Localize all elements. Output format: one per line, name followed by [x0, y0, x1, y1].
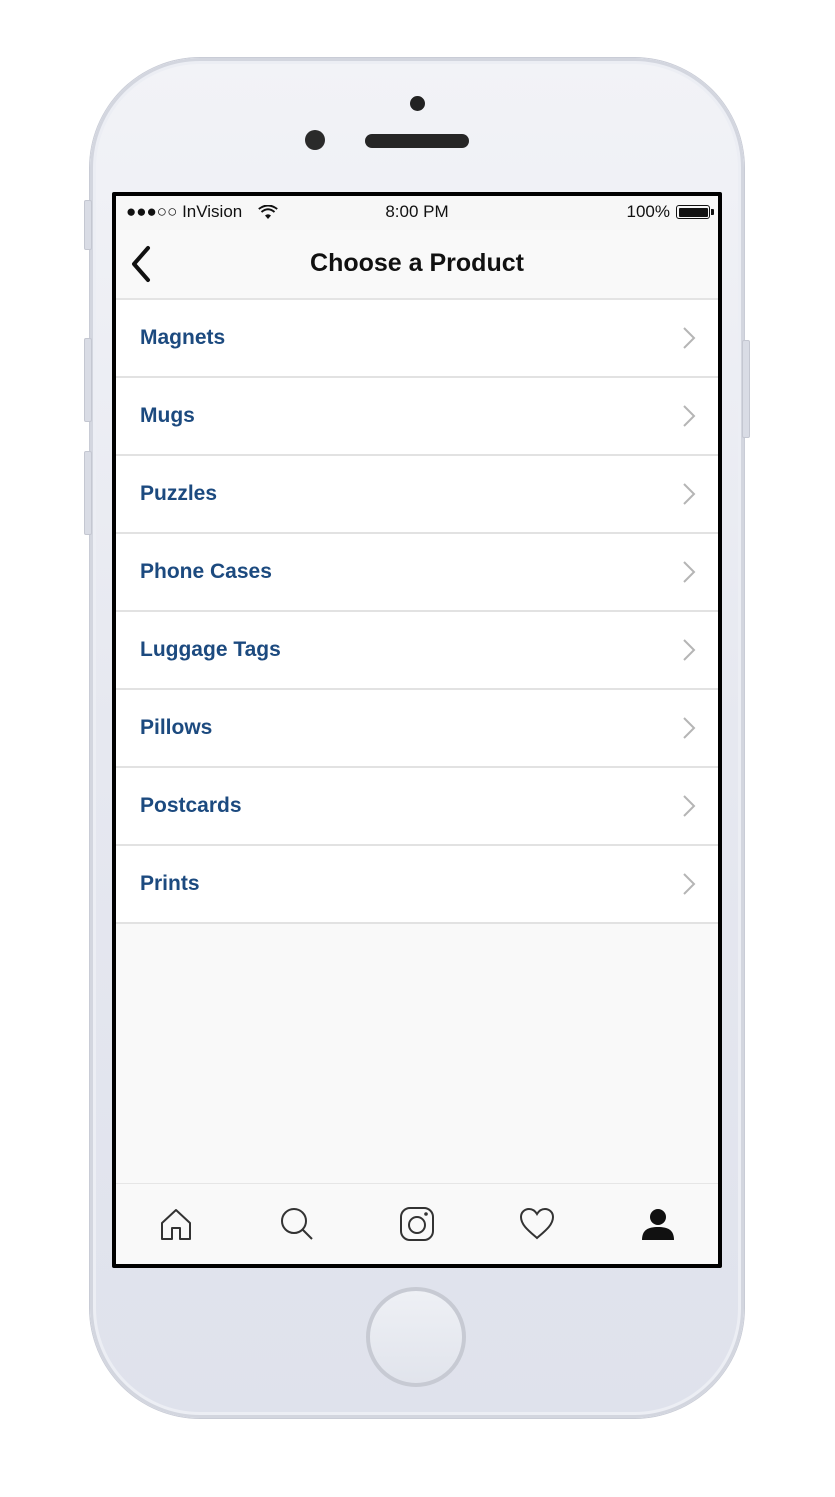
list-item[interactable]: Puzzles: [116, 456, 718, 534]
list-item-label: Magnets: [140, 326, 226, 349]
chevron-right-icon: [683, 873, 696, 895]
chevron-right-icon: [683, 561, 696, 583]
tab-search[interactable]: [267, 1194, 327, 1254]
search-icon: [280, 1208, 313, 1240]
list-item[interactable]: Mugs: [116, 378, 718, 456]
battery-status: 100%: [626, 202, 714, 222]
home-button[interactable]: [366, 1287, 466, 1387]
chevron-right-icon: [683, 795, 696, 817]
tab-profile[interactable]: [628, 1194, 688, 1254]
list-item-label: Puzzles: [140, 482, 218, 505]
profile-icon: [641, 1209, 674, 1240]
list-item-label: Luggage Tags: [140, 638, 281, 661]
list-item[interactable]: Magnets: [116, 300, 718, 378]
battery-percent: 100%: [626, 202, 670, 221]
list-item-label: Mugs: [140, 404, 195, 427]
battery-icon: [676, 205, 714, 219]
screen: ●●●○○ InVision 8:00 PM 100% Choose a Pro…: [112, 192, 722, 1268]
navigation-bar: Choose a Product: [116, 230, 718, 300]
page-title: Choose a Product: [310, 249, 524, 277]
tab-home[interactable]: [146, 1194, 206, 1254]
list-item-label: Prints: [140, 872, 200, 895]
list-item-label: Pillows: [140, 716, 213, 739]
list-item[interactable]: Prints: [116, 846, 718, 924]
proximity-sensor: [410, 96, 425, 111]
chevron-right-icon: [683, 483, 696, 505]
front-camera: [305, 130, 325, 150]
home-icon: [161, 1209, 192, 1240]
earpiece-speaker: [365, 134, 469, 148]
mute-switch: [84, 200, 92, 250]
chevron-right-icon: [683, 639, 696, 661]
camera-icon: [399, 1207, 434, 1241]
chevron-right-icon: [683, 405, 696, 427]
tab-camera[interactable]: [387, 1194, 447, 1254]
status-bar: ●●●○○ InVision 8:00 PM 100%: [116, 196, 718, 230]
list-item[interactable]: Postcards: [116, 768, 718, 846]
list-item[interactable]: Phone Cases: [116, 534, 718, 612]
heart-icon: [520, 1207, 555, 1240]
tab-bar: [116, 1183, 718, 1264]
list-item[interactable]: Pillows: [116, 690, 718, 768]
list-item[interactable]: Luggage Tags: [116, 612, 718, 690]
tab-activity[interactable]: [507, 1194, 567, 1254]
chevron-right-icon: [683, 717, 696, 739]
app-screen: ●●●○○ InVision 8:00 PM 100% Choose a Pro…: [116, 196, 718, 1264]
product-list: Magnets Mugs Puzzles Phone Cases Luggage…: [116, 300, 718, 924]
list-item-label: Postcards: [140, 794, 242, 817]
volume-up-button: [84, 338, 92, 422]
list-item-label: Phone Cases: [140, 560, 272, 583]
power-button: [742, 340, 750, 438]
volume-down-button: [84, 451, 92, 535]
chevron-right-icon: [683, 327, 696, 349]
